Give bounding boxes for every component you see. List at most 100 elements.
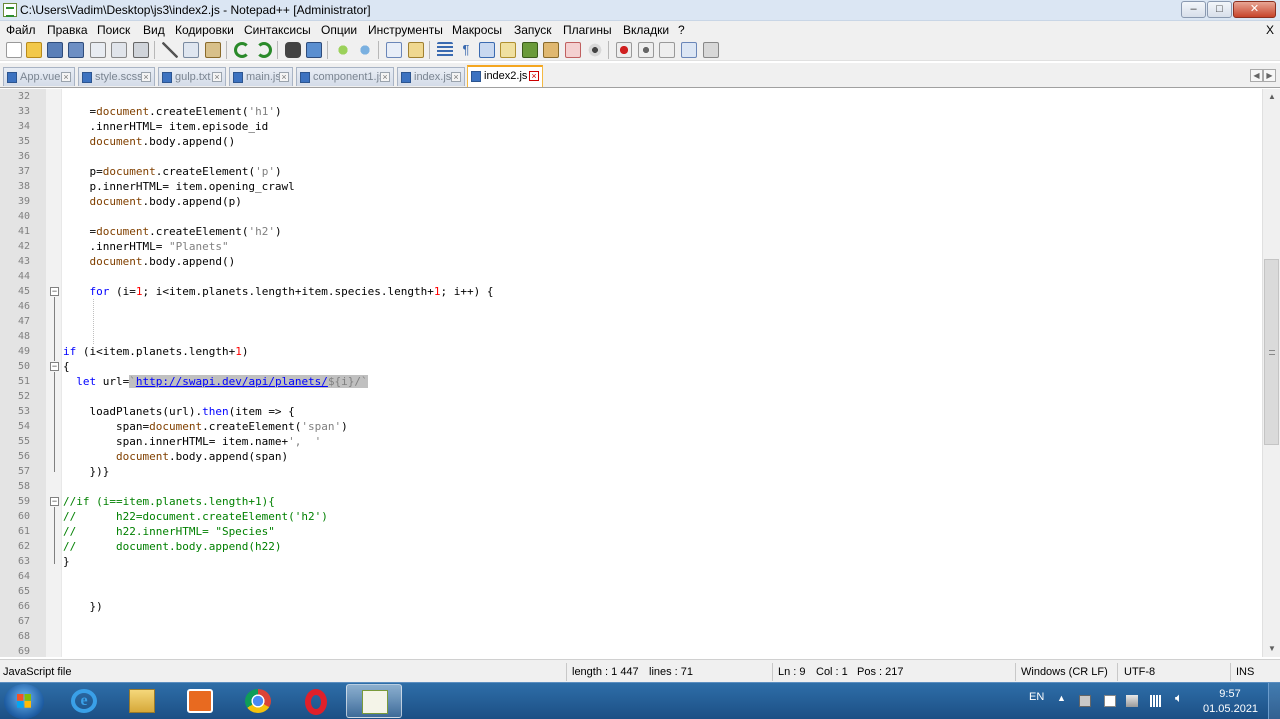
code-line[interactable]: 67 — [0, 614, 1262, 629]
code-line[interactable]: 38 p.innerHTML= item.opening_crawl — [0, 179, 1262, 194]
code-line[interactable]: 59 //if (i==item.planets.length+1){ — [0, 494, 1262, 509]
code-line[interactable]: 61 // h22.innerHTML= "Species" — [0, 524, 1262, 539]
play-macro-icon[interactable] — [659, 42, 675, 58]
fold-toggle-icon[interactable]: − — [50, 287, 59, 296]
zoom-in-icon[interactable] — [335, 42, 351, 58]
scrollbar-thumb[interactable] — [1264, 259, 1279, 445]
code-line[interactable]: 41 =document.createElement('h2') — [0, 224, 1262, 239]
tab-close-icon[interactable]: × — [141, 72, 151, 82]
tab-close-icon[interactable]: × — [451, 72, 461, 82]
code-line[interactable]: 45 for (i=1; i<item.planets.length+item.… — [0, 284, 1262, 299]
devices-icon[interactable] — [1126, 695, 1138, 707]
fold-toggle-icon[interactable]: − — [50, 362, 59, 371]
taskbar-file-explorer[interactable] — [114, 684, 170, 718]
code-line[interactable]: 36 — [0, 149, 1262, 164]
taskbar-notepad-plus-plus[interactable] — [346, 684, 402, 718]
taskbar-media-player[interactable] — [172, 684, 228, 718]
sync-vertical-icon[interactable] — [386, 42, 402, 58]
code-line[interactable]: 32 — [0, 89, 1262, 104]
code-editor[interactable]: 32 33 =document.createElement('h1') 34 .in… — [0, 89, 1262, 657]
action-center-icon[interactable] — [1104, 695, 1116, 707]
tab-main-js[interactable]: main.js × — [229, 67, 293, 86]
clock-time[interactable]: 9:57 — [1215, 688, 1245, 700]
clock-date[interactable]: 01.05.2021 — [1203, 703, 1258, 715]
code-line[interactable]: 46 — [0, 299, 1262, 314]
code-line[interactable]: 62 // document.body.append(h22) — [0, 539, 1262, 554]
tab-component1-js[interactable]: component1.js × — [296, 67, 394, 86]
run-macro-multiple-icon[interactable] — [681, 42, 697, 58]
tray-app-icon[interactable] — [1079, 695, 1091, 707]
tab-scroll-left-icon[interactable]: ◀ — [1250, 69, 1263, 82]
code-line[interactable]: 65 — [0, 584, 1262, 599]
scroll-down-icon[interactable]: ▼ — [1264, 641, 1280, 657]
tab-index-js[interactable]: index.js × — [397, 67, 465, 86]
code-line[interactable]: 68 — [0, 629, 1262, 644]
tab-close-icon[interactable]: × — [61, 72, 71, 82]
menu-macros[interactable]: Макросы — [452, 23, 502, 37]
code-line[interactable]: 43 document.body.append() — [0, 254, 1262, 269]
code-line[interactable]: 35 document.body.append() — [0, 134, 1262, 149]
code-line[interactable]: 66 }) — [0, 599, 1262, 614]
save-all-icon[interactable] — [68, 42, 84, 58]
menu-edit[interactable]: Правка — [47, 23, 88, 37]
status-encoding[interactable]: UTF-8 — [1124, 666, 1155, 678]
zoom-out-icon[interactable] — [357, 42, 373, 58]
tab-scroll-right-icon[interactable]: ▶ — [1263, 69, 1276, 82]
tab-close-icon[interactable]: × — [212, 72, 222, 82]
indent-guide-icon[interactable] — [479, 42, 495, 58]
code-line[interactable]: 50 { — [0, 359, 1262, 374]
menu-tabs[interactable]: Вкладки — [623, 23, 669, 37]
vertical-scrollbar[interactable]: ▲ ▼ — [1262, 89, 1280, 657]
doc-map-icon[interactable] — [522, 42, 538, 58]
print-icon[interactable] — [133, 42, 149, 58]
menu-encoding[interactable]: Кодировки — [175, 23, 234, 37]
taskbar-chrome[interactable] — [230, 684, 286, 718]
paste-icon[interactable] — [205, 42, 221, 58]
code-line[interactable]: 42 .innerHTML= "Planets" — [0, 239, 1262, 254]
menu-search[interactable]: Поиск — [97, 23, 130, 37]
function-list-icon[interactable] — [543, 42, 559, 58]
code-line[interactable]: 56 document.body.append(span) — [0, 449, 1262, 464]
menu-syntax[interactable]: Синтаксисы — [244, 23, 311, 37]
close-file-icon[interactable] — [90, 42, 106, 58]
code-line[interactable]: 33 =document.createElement('h1') — [0, 104, 1262, 119]
tab-close-icon[interactable]: × — [279, 72, 289, 82]
fold-toggle-icon[interactable]: − — [50, 497, 59, 506]
code-line[interactable]: 69 — [0, 644, 1262, 657]
menu-view[interactable]: Вид — [143, 23, 165, 37]
code-line[interactable]: 60 // h22=document.createElement('h2') — [0, 509, 1262, 524]
start-button[interactable] — [4, 684, 44, 719]
code-line[interactable]: 40 — [0, 209, 1262, 224]
language-indicator[interactable]: EN — [1029, 691, 1044, 703]
taskbar-opera[interactable] — [288, 684, 344, 718]
menu-help[interactable]: ? — [678, 23, 685, 37]
save-icon[interactable] — [47, 42, 63, 58]
minimize-button[interactable]: – — [1181, 1, 1206, 18]
record-macro-icon[interactable] — [616, 42, 632, 58]
save-macro-icon[interactable] — [703, 42, 719, 58]
tab-style-scss[interactable]: style.scss × — [78, 67, 155, 86]
open-file-icon[interactable] — [26, 42, 42, 58]
code-line[interactable]: 48 — [0, 329, 1262, 344]
menu-plugins[interactable]: Плагины — [563, 23, 612, 37]
new-file-icon[interactable] — [6, 42, 22, 58]
code-line[interactable]: 47 — [0, 314, 1262, 329]
code-line[interactable]: 39 document.body.append(p) — [0, 194, 1262, 209]
code-line[interactable]: 49 if (i<item.planets.length+1) — [0, 344, 1262, 359]
code-line[interactable]: 63} — [0, 554, 1262, 569]
stop-macro-icon[interactable] — [638, 42, 654, 58]
code-line[interactable]: 64 — [0, 569, 1262, 584]
maximize-button[interactable]: □ — [1207, 1, 1232, 18]
menu-file[interactable]: Файл — [6, 23, 36, 37]
code-line[interactable]: 54 span=document.createElement('span') — [0, 419, 1262, 434]
code-line[interactable]: 58 — [0, 479, 1262, 494]
user-language-icon[interactable] — [500, 42, 516, 58]
code-line[interactable]: 52 — [0, 389, 1262, 404]
sync-horizontal-icon[interactable] — [408, 42, 424, 58]
tab-index2-js[interactable]: index2.js × — [467, 65, 543, 87]
tab-close-icon[interactable]: × — [529, 71, 539, 81]
scroll-up-icon[interactable]: ▲ — [1264, 89, 1280, 105]
code-line[interactable]: 51 let url=`http://swapi.dev/api/planets… — [0, 374, 1262, 389]
word-wrap-icon[interactable] — [437, 42, 453, 58]
volume-icon[interactable]: 🔈︎ — [1175, 690, 1183, 706]
